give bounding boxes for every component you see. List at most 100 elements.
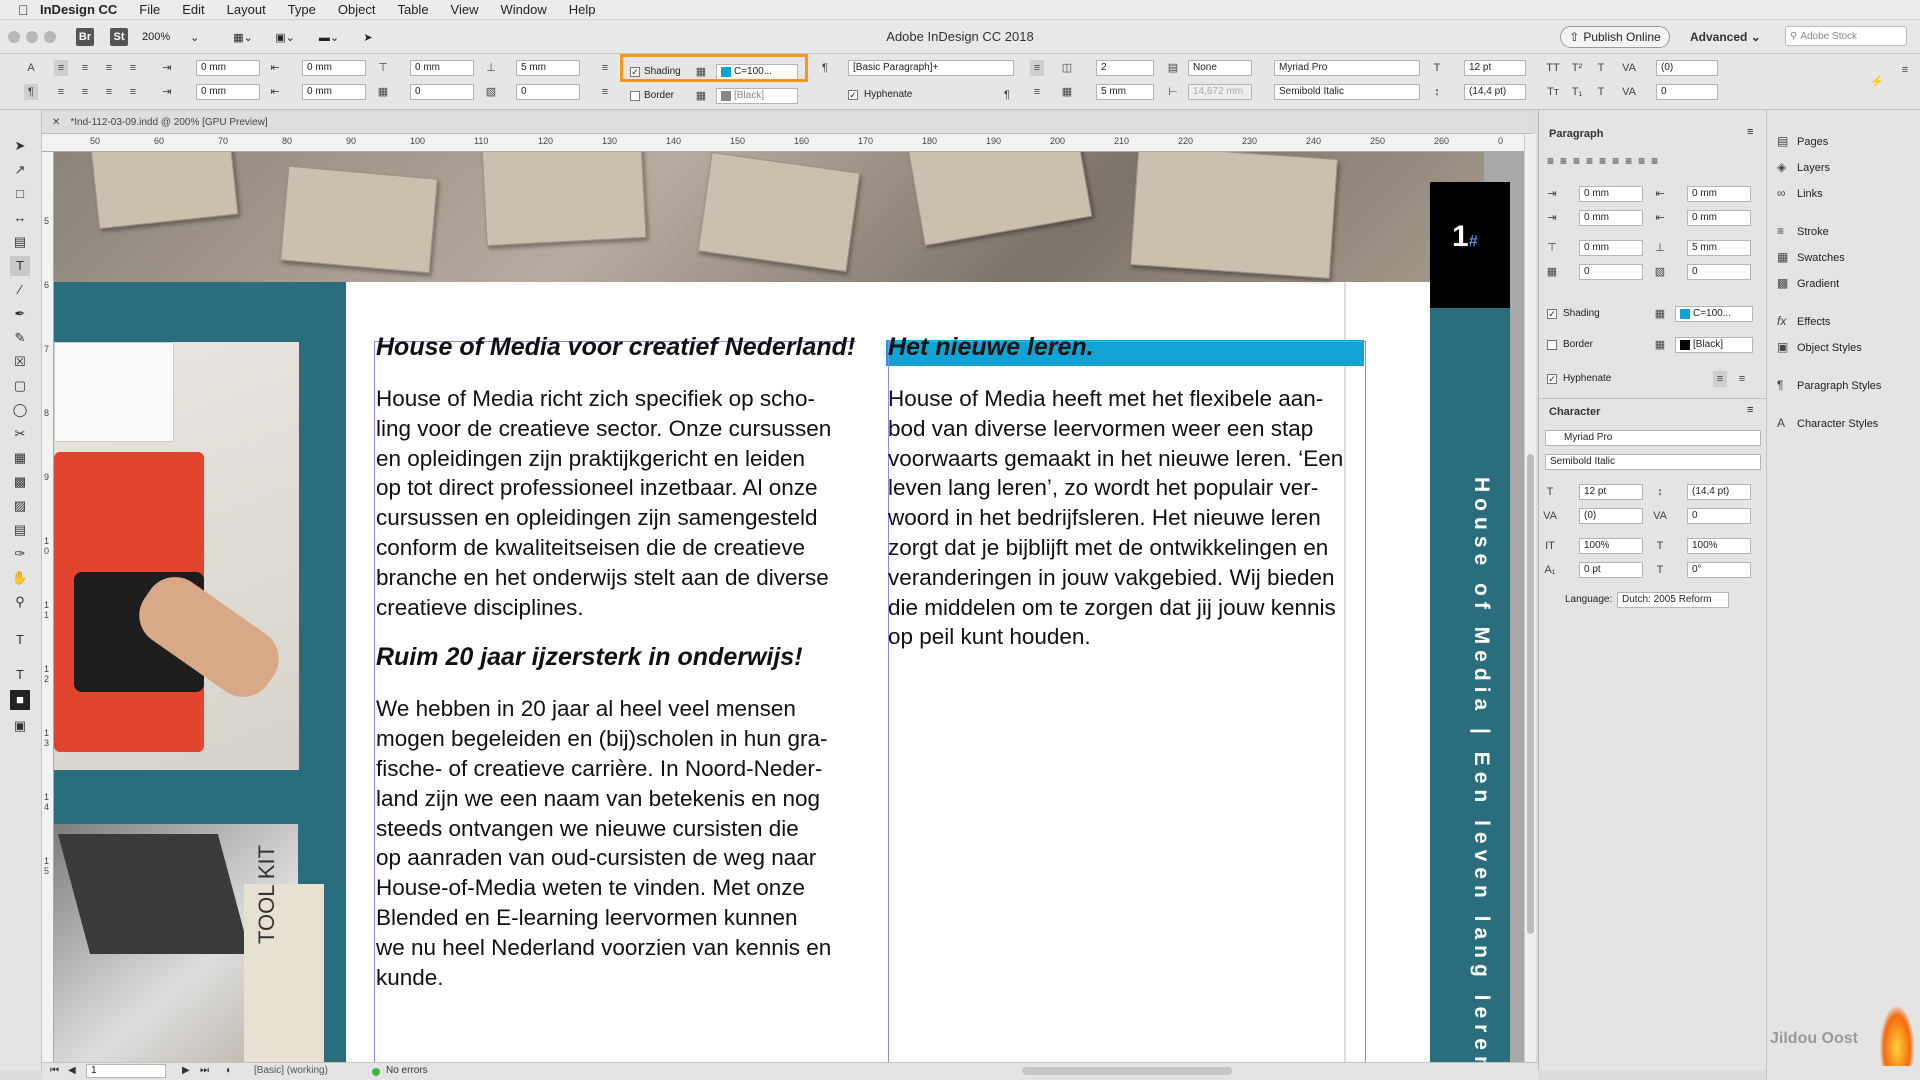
apple-icon[interactable]:  <box>18 2 40 18</box>
scrabble-tiles-photo[interactable] <box>54 152 1484 282</box>
vertical-tagline[interactable]: House of Media | Een leven lang leren <box>1447 477 1493 1064</box>
heading-house-of-media[interactable]: House of Media voor creatief Nederland! <box>376 332 856 362</box>
workspace-switcher[interactable]: Advanced ⌄ <box>1690 30 1761 44</box>
border-checkbox[interactable] <box>1547 340 1557 350</box>
underline-icon[interactable]: T <box>1594 60 1608 76</box>
hand-tool-icon[interactable]: ✋ <box>10 568 30 588</box>
right-indent-field[interactable]: 0 mm <box>302 60 366 76</box>
justify-left-icon[interactable]: ≡ <box>54 84 68 100</box>
panel-links[interactable]: Links <box>1797 188 1823 200</box>
panel-menu-icon[interactable]: ≡ <box>1747 404 1753 416</box>
first-page-icon[interactable]: ⏮ <box>50 1065 59 1076</box>
control-panel-menu-icon[interactable]: ≡ <box>1898 62 1912 78</box>
font-style-dropdown[interactable]: Semibold Italic <box>1274 84 1420 100</box>
preflight-status-label[interactable]: No errors <box>386 1065 428 1076</box>
character-panel-title[interactable]: Character <box>1549 406 1600 418</box>
shading-color-dropdown[interactable]: C=100... <box>1675 306 1753 322</box>
drop-cap-chars-field[interactable]: 0 <box>1687 264 1751 280</box>
do-not-align-grid-icon[interactable]: ≡ <box>1030 84 1044 100</box>
paragraph-style-dropdown[interactable]: [Basic Paragraph]+ <box>848 60 1014 76</box>
document-page[interactable]: TOOL KIT House of Media voor creatief Ne… <box>54 152 1510 1064</box>
panel-paragraph-styles[interactable]: Paragraph Styles <box>1797 380 1881 392</box>
align-right-icon[interactable]: ≡ <box>1573 154 1580 168</box>
menu-edit[interactable]: Edit <box>182 2 204 17</box>
shading-checkbox[interactable]: ✓ <box>1547 309 1557 319</box>
leading-field[interactable]: (14,4 pt) <box>1687 484 1751 500</box>
drop-cap-chars-field[interactable]: 0 <box>516 84 580 100</box>
justify-right-icon[interactable]: ≡ <box>102 84 116 100</box>
character-formatting-icon[interactable]: A <box>24 60 38 76</box>
menu-help[interactable]: Help <box>569 2 596 17</box>
quick-apply-icon[interactable]: ⚡ <box>1870 74 1884 90</box>
preflight-profile-label[interactable]: [Basic] (working) <box>254 1065 328 1076</box>
drop-cap-lines-field[interactable]: 0 <box>1579 264 1643 280</box>
gradient-feather-tool-icon[interactable]: ▨ <box>10 496 30 516</box>
panel-effects[interactable]: Effects <box>1797 316 1830 328</box>
adobe-stock-search[interactable]: ⚲ Adobe Stock <box>1785 26 1907 46</box>
tracking-field[interactable]: 0 <box>1687 508 1751 524</box>
space-before-field[interactable]: 0 mm <box>1579 240 1643 256</box>
last-line-indent-field[interactable]: 0 mm <box>302 84 366 100</box>
shading-settings-icon[interactable]: ▦ <box>1653 306 1667 322</box>
align-center-icon[interactable]: ≡ <box>1560 154 1567 168</box>
document-tab[interactable]: *Ind-112-03-09.indd @ 200% [GPU Preview] <box>70 117 267 128</box>
rectangle-frame-tool-icon[interactable]: ☒ <box>10 352 30 372</box>
last-line-indent-field[interactable]: 0 mm <box>1687 210 1751 226</box>
hyphenate-checkbox[interactable]: ✓ <box>848 90 858 100</box>
baseline-shift-field[interactable]: 0 pt <box>1579 562 1643 578</box>
leading-field[interactable]: (14,4 pt) <box>1464 84 1526 100</box>
publish-online-button[interactable]: ⇧ Publish Online <box>1560 26 1670 48</box>
pen-tool-icon[interactable]: ✒ <box>10 304 30 324</box>
justify-all-icon[interactable]: ≡ <box>126 84 140 100</box>
hyphenate-checkbox[interactable]: ✓ <box>1547 374 1557 384</box>
eyedropper-tool-icon[interactable]: ✑ <box>10 544 30 564</box>
vertical-scrollbar[interactable] <box>1524 134 1536 1064</box>
pasteboard[interactable]: TOOL KIT House of Media voor creatief Ne… <box>54 152 1524 1064</box>
justify-left-icon[interactable]: ≡ <box>1586 154 1593 168</box>
ellipse-tool-icon[interactable]: ◯ <box>10 400 30 420</box>
right-indent-field[interactable]: 0 mm <box>1687 186 1751 202</box>
space-before-field[interactable]: 0 mm <box>410 60 474 76</box>
horizontal-ruler[interactable]: 50 60 70 80 90 100 110 120 130 140 150 1… <box>42 134 1532 152</box>
menu-object[interactable]: Object <box>338 2 376 17</box>
align-to-grid-icon[interactable]: ≡ <box>1030 60 1044 76</box>
note-tool-icon[interactable]: ▤ <box>10 520 30 540</box>
vertical-ruler[interactable]: 5 6 7 8 9 1 0 1 1 1 2 1 3 1 4 1 5 <box>42 152 54 1064</box>
skew-field[interactable]: 0° <box>1687 562 1751 578</box>
subscript-icon[interactable]: T₁ <box>1570 84 1584 100</box>
paragraph-panel-title[interactable]: Paragraph <box>1549 128 1603 140</box>
close-tab-icon[interactable]: ✕ <box>52 117 60 128</box>
clear-overrides-icon[interactable]: ¶ <box>1000 87 1014 103</box>
zoom-tool-icon[interactable]: ⚲ <box>10 592 30 612</box>
border-settings-icon[interactable]: ▦ <box>694 88 708 104</box>
last-page-icon[interactable]: ⏭ <box>200 1065 209 1076</box>
justify-center-icon[interactable]: ≡ <box>1599 154 1606 168</box>
menu-file[interactable]: File <box>139 2 160 17</box>
pencil-tool-icon[interactable]: ✎ <box>10 328 30 348</box>
text-column-right[interactable]: Het nieuwe leren. House of Media heeft m… <box>888 332 1368 652</box>
panel-object-styles[interactable]: Object Styles <box>1797 342 1862 354</box>
menu-view[interactable]: View <box>451 2 479 17</box>
align-center-icon[interactable]: ≡ <box>78 60 92 76</box>
font-family-dropdown[interactable]: Myriad Pro <box>1274 60 1420 76</box>
do-not-align-grid-icon[interactable]: ≡ <box>1735 371 1749 387</box>
justify-all-icon[interactable]: ≡ <box>1625 154 1632 168</box>
line-tool-icon[interactable]: ∕ <box>10 280 30 300</box>
align-right-icon[interactable]: ≡ <box>102 60 116 76</box>
font-style-dropdown[interactable]: Semibold Italic <box>1545 454 1761 470</box>
bullets-icon[interactable]: ≡ <box>598 60 612 76</box>
border-color-dropdown[interactable]: [Black] <box>716 88 798 104</box>
font-family-dropdown[interactable]: Myriad Pro <box>1545 430 1761 446</box>
tracking-field[interactable]: 0 <box>1656 84 1718 100</box>
font-size-field[interactable]: 12 pt <box>1579 484 1643 500</box>
border-settings-icon[interactable]: ▦ <box>1653 337 1667 353</box>
scroll-thumb[interactable] <box>1527 454 1534 934</box>
drop-cap-lines-field[interactable]: 0 <box>410 84 474 100</box>
body-paragraph[interactable]: We hebben in 20 jaar al heel veel mensen… <box>376 694 856 992</box>
text-column-left[interactable]: House of Media voor creatief Nederland! … <box>376 332 856 992</box>
rectangle-tool-icon[interactable]: ▢ <box>10 376 30 396</box>
free-transform-tool-icon[interactable]: ▦ <box>10 448 30 468</box>
gutter-field[interactable]: 5 mm <box>1096 84 1154 100</box>
formatting-affects-text-icon[interactable]: T <box>10 665 30 685</box>
font-size-field[interactable]: 12 pt <box>1464 60 1526 76</box>
